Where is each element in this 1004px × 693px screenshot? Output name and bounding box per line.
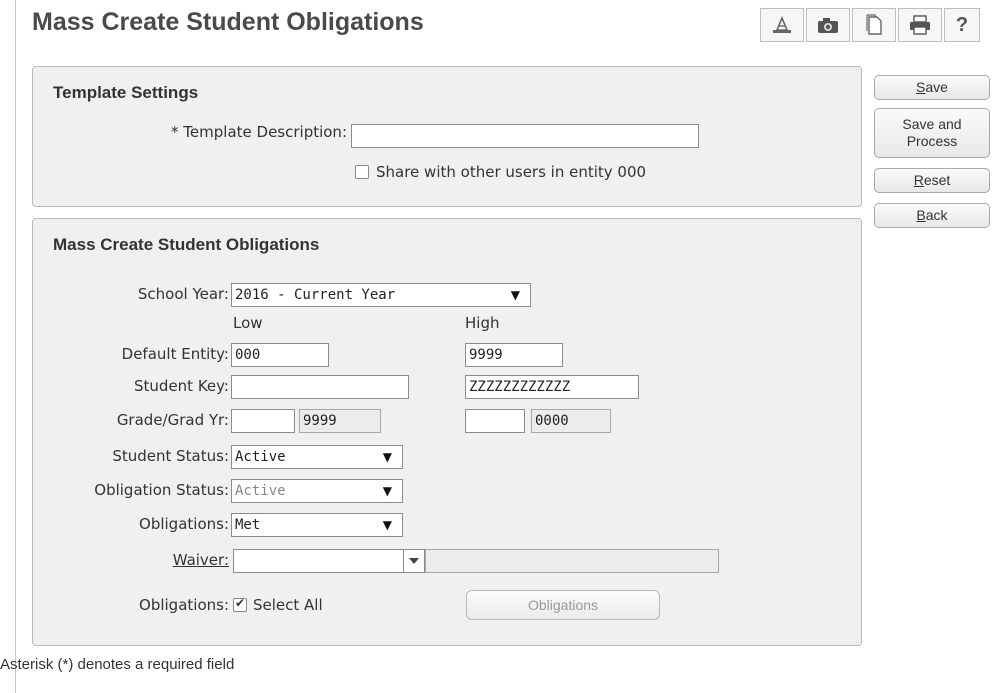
mass-create-title: Mass Create Student Obligations: [53, 235, 320, 254]
save-and-process-button[interactable]: Save and Process: [874, 108, 990, 158]
high-header: High: [465, 314, 500, 332]
obligation-status-select[interactable]: Active ▼: [231, 479, 403, 503]
obligations-filter-select[interactable]: Met ▼: [231, 513, 403, 537]
obligation-status-label: Obligation Status:: [94, 481, 229, 499]
school-year-label: School Year:: [137, 285, 229, 303]
back-button-accesskey: B: [916, 207, 926, 223]
template-description-input[interactable]: [351, 124, 699, 148]
default-entity-high-input[interactable]: 9999: [465, 343, 563, 367]
default-entity-label: Default Entity:: [121, 345, 229, 363]
left-border: [15, 0, 16, 693]
waiver-input[interactable]: [233, 549, 405, 573]
toolbar: ?: [760, 8, 982, 42]
student-status-value: Active: [235, 449, 286, 465]
template-description-label: * Template Description:: [171, 123, 347, 141]
help-icon[interactable]: ?: [944, 8, 980, 42]
share-label: Share with other users in entity 000: [376, 163, 647, 181]
waiver-dropdown-button[interactable]: [403, 549, 425, 573]
template-settings-panel: Template Settings * Template Description…: [32, 66, 862, 207]
student-status-label: Student Status:: [112, 447, 229, 465]
student-status-select[interactable]: Active ▼: [231, 445, 403, 469]
grad-year-low-field: 9999: [299, 409, 381, 433]
student-key-low-input[interactable]: [231, 375, 409, 399]
save-and-process-line2: Process: [906, 133, 958, 149]
obligations-filter-value: Met: [235, 517, 261, 533]
report-icon[interactable]: [760, 8, 804, 42]
required-field-note: Asterisk (*) denotes a required field: [0, 656, 235, 673]
dropdown-arrow-icon: ▼: [382, 518, 392, 532]
waiver-description-field: [425, 549, 719, 573]
print-icon[interactable]: [898, 8, 942, 42]
student-key-high-input[interactable]: ZZZZZZZZZZZZ: [465, 375, 639, 399]
template-settings-title: Template Settings: [53, 83, 199, 102]
dropdown-arrow-icon: ▼: [510, 288, 520, 302]
reset-button[interactable]: Reset: [874, 168, 990, 193]
page-title: Mass Create Student Obligations: [32, 8, 424, 36]
reset-button-accesskey: R: [913, 172, 924, 188]
low-header: Low: [233, 314, 263, 332]
save-button-label: ave: [925, 79, 948, 95]
page-icon[interactable]: [852, 8, 896, 42]
obligations-select-all-label: Obligations:: [139, 596, 229, 614]
default-entity-low-input[interactable]: 000: [231, 343, 329, 367]
waiver-link[interactable]: Waiver:: [33, 551, 229, 569]
save-button[interactable]: Save: [874, 75, 990, 100]
camera-icon[interactable]: [806, 8, 850, 42]
grade-low-input[interactable]: [231, 409, 295, 433]
dropdown-arrow-icon: ▼: [382, 450, 392, 464]
back-button-label: ack: [925, 207, 948, 223]
dropdown-arrow-icon: ▼: [382, 484, 392, 498]
select-all-label: Select All: [253, 596, 323, 614]
obligation-status-value: Active: [235, 483, 286, 499]
school-year-value: 2016 - Current Year: [235, 287, 396, 303]
grade-grad-yr-label: Grade/Grad Yr:: [116, 411, 229, 429]
obligations-button[interactable]: Obligations: [466, 590, 660, 620]
reset-button-label: eset: [923, 172, 951, 188]
back-button[interactable]: Back: [874, 203, 990, 228]
grade-high-input[interactable]: [465, 409, 525, 433]
obligations-filter-label: Obligations:: [139, 515, 229, 533]
select-all-checkbox[interactable]: [233, 596, 247, 612]
grad-year-high-field: 0000: [531, 409, 611, 433]
mass-create-panel: Mass Create Student Obligations School Y…: [32, 218, 862, 646]
school-year-select[interactable]: 2016 - Current Year ▼: [231, 283, 531, 307]
save-button-accesskey: S: [916, 79, 926, 95]
student-key-label: Student Key:: [134, 377, 229, 395]
share-checkbox[interactable]: [355, 165, 369, 179]
save-and-process-line1: Save and: [902, 116, 962, 132]
chevron-down-icon: [409, 558, 419, 564]
